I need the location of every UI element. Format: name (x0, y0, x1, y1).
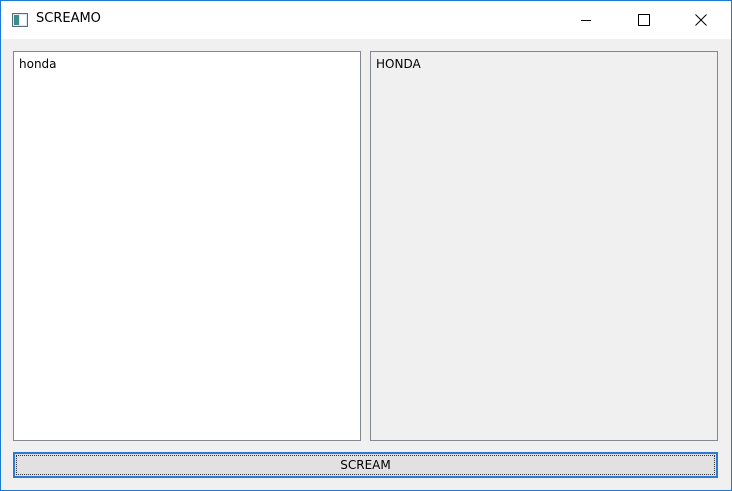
app-window: SCREAMO honda HONDA SCREAM (0, 0, 732, 491)
output-text-area: HONDA (370, 51, 718, 441)
maximize-button[interactable] (621, 1, 667, 39)
minimize-icon (581, 20, 591, 21)
input-text: honda (19, 57, 57, 71)
window-title: SCREAMO (36, 11, 101, 26)
close-button[interactable] (678, 1, 724, 39)
close-icon (695, 14, 707, 26)
window-app-icon (12, 12, 28, 27)
input-text-area[interactable]: honda (13, 51, 361, 441)
scream-button[interactable]: SCREAM (13, 452, 718, 478)
minimize-button[interactable] (563, 1, 609, 39)
focus-ring (16, 455, 715, 475)
maximize-icon (638, 14, 650, 26)
title-bar[interactable]: SCREAMO (1, 1, 731, 39)
output-text: HONDA (376, 57, 421, 71)
